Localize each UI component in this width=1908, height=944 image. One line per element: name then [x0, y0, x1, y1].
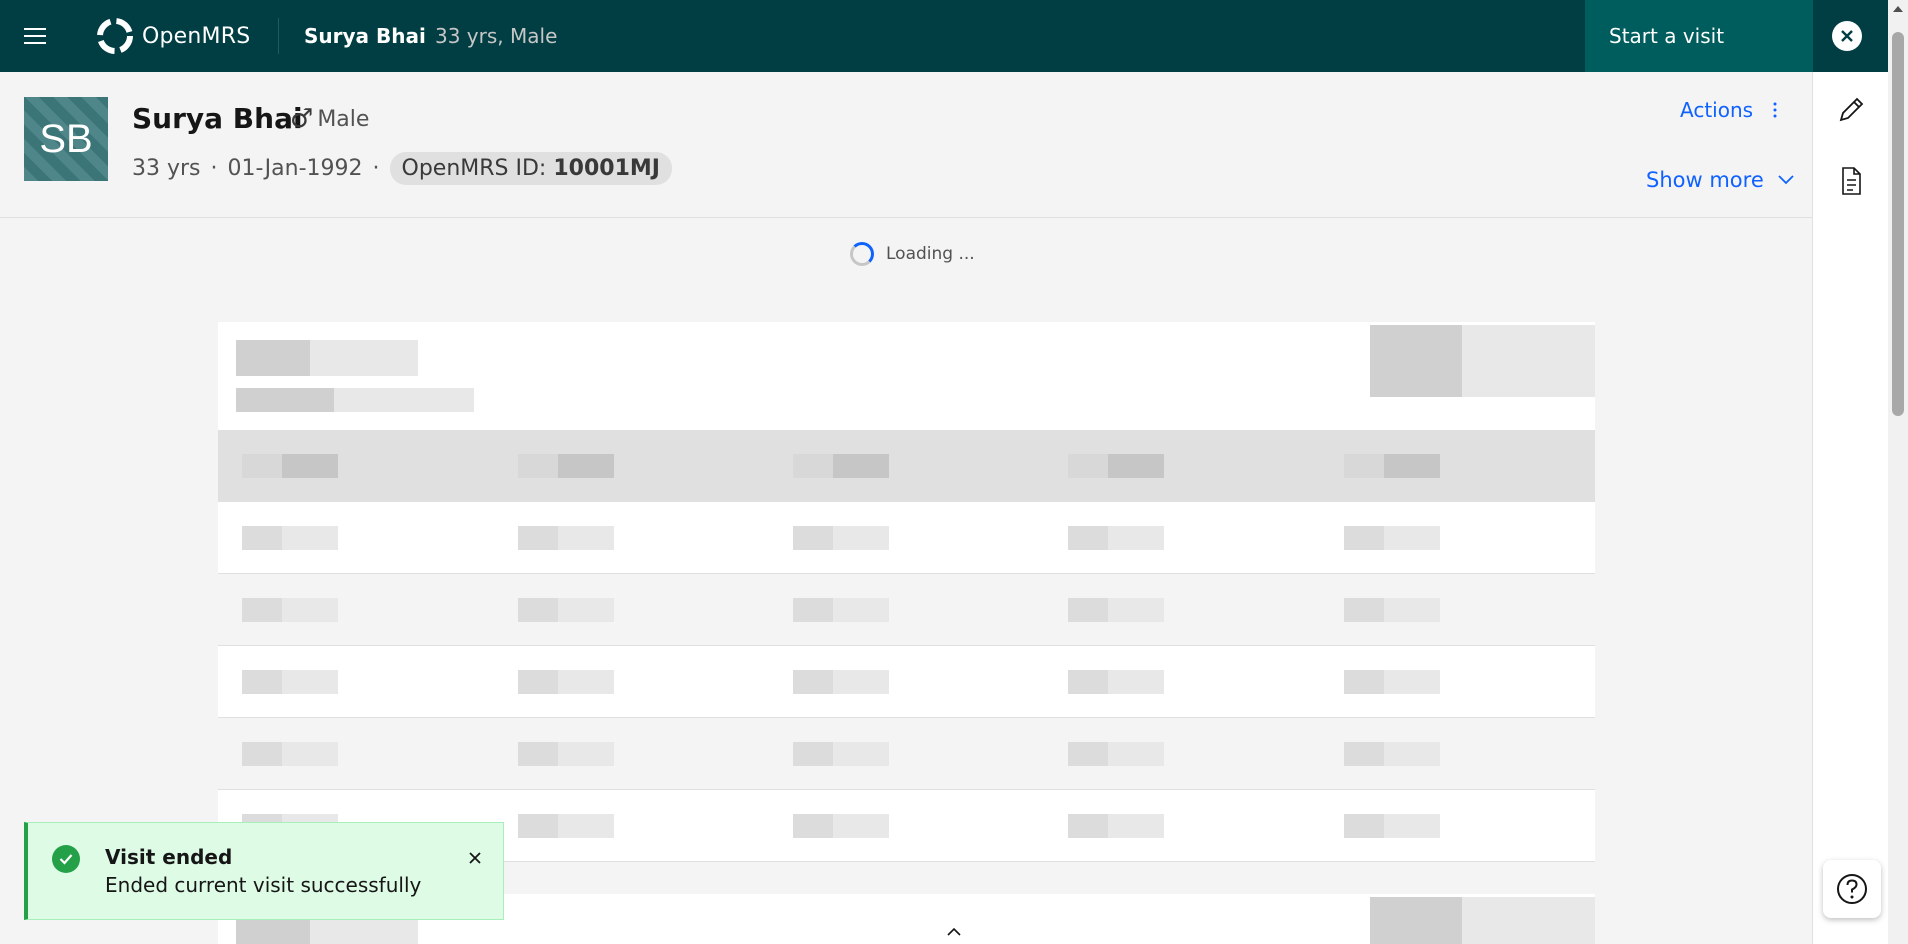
topbar-patient-info: 33 yrs, Male [435, 24, 558, 48]
toast-close-button[interactable] [464, 847, 486, 869]
app-name: OpenMRS [142, 23, 251, 49]
topbar-patient-name: Surya Bhai [304, 24, 426, 48]
start-visit-button[interactable]: Start a visit [1585, 0, 1813, 72]
patient-age: 33 yrs [132, 156, 201, 181]
top-navigation-bar: OpenMRS Surya Bhai 33 yrs, Male Start a … [0, 0, 1908, 72]
patient-id-tag: OpenMRS ID: 10001MJ [389, 152, 672, 185]
close-icon [469, 852, 481, 864]
loading-text: Loading ... [886, 244, 975, 264]
patient-gender: ♂ Male [290, 104, 369, 134]
checkmark-icon [52, 845, 80, 873]
openmrs-logo-icon [97, 18, 133, 54]
toast-notification: Visit ended Ended current visit successf… [24, 822, 504, 920]
skeleton-card-header [218, 322, 1595, 430]
actions-menu-button[interactable]: Actions [1680, 98, 1777, 122]
show-more-button[interactable]: Show more [1646, 168, 1794, 192]
scroll-up-arrow-icon[interactable] [1893, 6, 1903, 12]
topbar-divider [278, 18, 279, 54]
show-more-label: Show more [1646, 168, 1764, 192]
vertical-scrollbar[interactable] [1888, 0, 1908, 944]
male-gender-icon: ♂ [290, 104, 314, 134]
scrollbar-thumb[interactable] [1892, 32, 1904, 416]
id-value: 10001MJ [553, 156, 660, 181]
hamburger-menu-icon[interactable] [22, 25, 50, 47]
skeleton-table-row [218, 646, 1595, 718]
toast-subtitle: Ended current visit successfully [105, 873, 422, 897]
right-side-rail [1812, 72, 1888, 944]
skeleton-table-row [218, 574, 1595, 646]
help-button[interactable] [1823, 860, 1881, 918]
skeleton-table-row [218, 718, 1595, 790]
document-icon[interactable] [1837, 166, 1865, 196]
patient-name: Surya Bhai [132, 102, 303, 135]
skeleton-table-row [218, 502, 1595, 574]
chevron-down-icon [1778, 175, 1794, 185]
separator-dot: · [210, 156, 218, 181]
spinner-icon [850, 242, 874, 266]
app-logo[interactable]: OpenMRS [96, 16, 250, 56]
toast-title: Visit ended [105, 845, 233, 869]
patient-demographics: 33 yrs · 01-Jan-1992 · OpenMRS ID: 10001… [132, 152, 672, 185]
chevron-up-icon[interactable] [946, 924, 962, 940]
help-icon [1837, 874, 1867, 904]
overflow-menu-icon [1773, 102, 1777, 118]
separator-dot: · [372, 156, 380, 181]
close-patient-chart-button[interactable] [1832, 21, 1862, 51]
avatar: SB [24, 97, 108, 181]
skeleton-table-header [218, 430, 1595, 502]
pencil-icon[interactable] [1837, 94, 1865, 124]
patient-dob: 01-Jan-1992 [227, 156, 363, 181]
actions-label: Actions [1680, 98, 1754, 122]
gender-label: Male [317, 106, 370, 132]
loading-indicator: Loading ... [850, 242, 975, 266]
id-label: OpenMRS ID: [401, 156, 547, 181]
close-icon [1841, 30, 1853, 42]
patient-banner: SB Surya Bhai ♂ Male 33 yrs · 01-Jan-199… [0, 72, 1812, 218]
